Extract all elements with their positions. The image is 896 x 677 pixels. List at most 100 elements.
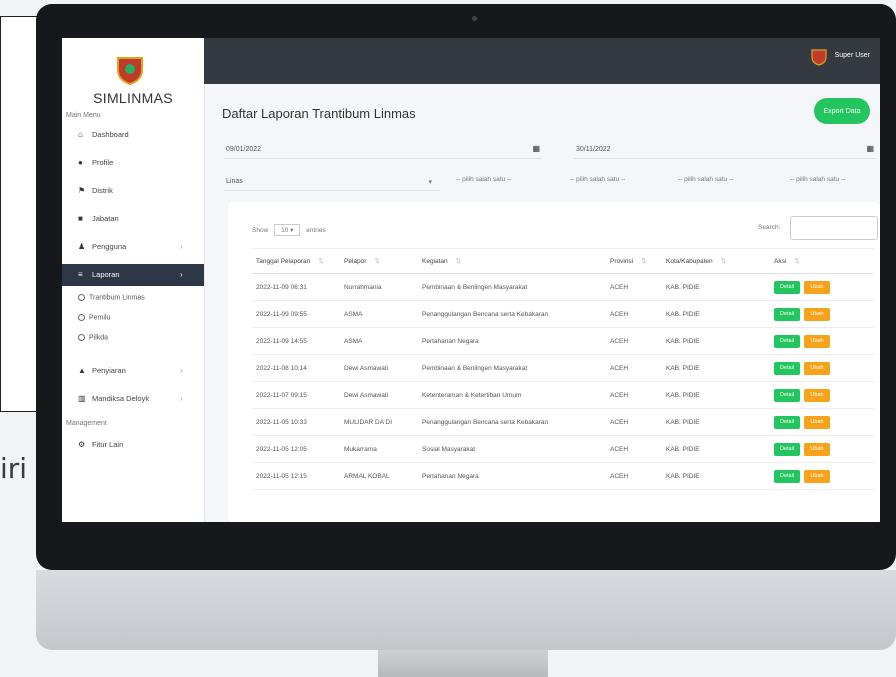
cell-activity: Pertahanan Negara [418,462,606,490]
ubah-button[interactable]: Ubah [804,334,830,348]
column-header[interactable]: Kota/Kabupaten ⇅ [662,248,770,274]
gear-icon: ⚙ [78,440,86,449]
menu-caption: Main Menu [66,112,101,119]
sidebar-item-laporan[interactable]: ≡ Laporan › [62,264,204,286]
detail-button[interactable]: Detail [774,307,800,321]
detail-button[interactable]: Detail [774,415,800,429]
ubah-button[interactable]: Ubah [804,307,830,321]
cell-reporter: ASMA [340,300,418,328]
filter-select-2[interactable]: -- pilih salah satu -- [456,176,511,192]
date-to-field[interactable]: 30/11/2022 ▦ [574,142,876,159]
avatar[interactable] [810,48,828,66]
export-data-button[interactable]: Export Data [814,98,870,124]
sort-icon: ⇅ [641,258,647,265]
filter-select-5[interactable]: -- pilih salah satu -- [790,176,845,192]
cell-date: 2022-11-05 12:15 [252,462,340,490]
cell-reporter: ARMAL KOBAL [340,462,418,490]
background-text: iri [0,452,28,485]
column-header-label: Provinsi [610,258,634,265]
cell-province: ACEH [606,462,662,490]
ubah-button[interactable]: Ubah [804,469,830,483]
filter-select-4[interactable]: -- pilih salah satu -- [678,176,733,192]
monitor-bezel: SIMLINMAS Main Menu ⌂ Dashboard ● Profil… [36,4,896,570]
circle-icon [78,334,85,341]
sidebar-item-fitur-lain[interactable]: ⚙ Fitur Lain [62,434,204,456]
sidebar-subitem-label: Pemilu [89,314,111,322]
sidebar-subitem-trantibum[interactable]: Trantibum Linmas [78,294,145,301]
sidebar-item-label: Profile [92,158,114,167]
ubah-button[interactable]: Ubah [804,388,830,402]
detail-button[interactable]: Detail [774,442,800,456]
column-header[interactable]: Provinsi ⇅ [606,248,662,274]
brand-name: SIMLINMAS [93,90,173,106]
ubah-button[interactable]: Ubah [804,415,830,429]
search-label: Search: [758,224,781,231]
sidebar-item-label: Fitur Lain [92,440,124,449]
table-row: 2022-11-09 09:55 ASMA Penanggulangan Ben… [252,300,874,328]
cell-date: 2022-11-05 12:05 [252,435,340,463]
ubah-button[interactable]: Ubah [804,361,830,375]
cell-city: KAB. PIDIE [662,381,770,409]
ubah-button[interactable]: Ubah [804,442,830,456]
date-from-field[interactable]: 09/01/2022 ▦ [224,142,542,159]
sidebar-item-dashboard[interactable]: ⌂ Dashboard [62,124,204,146]
sidebar-subitem-pemilu[interactable]: Pemilu [78,314,110,321]
cell-date: 2022-11-08 10:14 [252,354,340,382]
cell-activity: Penanggulangan Bencana serta Kebakaran [418,408,606,436]
detail-button[interactable]: Detail [774,469,800,483]
sort-icon: ⇅ [318,258,324,265]
table-row: 2022-11-08 10:14 Dewi Asmawati Pembinaan… [252,354,874,382]
sidebar-item-label: Dashboard [92,130,129,139]
sidebar-subitem-pilkda[interactable]: Pilkda [78,334,108,341]
cell-reporter: MULIDAR DA DI [340,408,418,436]
sidebar-item-label: Jabatan [92,214,119,223]
cell-actions: Detail Ubah [770,435,874,463]
cell-date: 2022-11-05 10:33 [252,408,340,436]
ubah-button[interactable]: Ubah [804,280,830,294]
date-from-value: 09/01/2022 [226,146,262,153]
cell-reporter: Dewi Asmawati [340,381,418,409]
monitor-chin [36,570,896,650]
circle-icon [78,294,85,301]
page-title: Daftar Laporan Trantibum Linmas [222,106,416,121]
cell-activity: Pertahanan Negara [418,327,606,355]
sidebar-item-profile[interactable]: ● Profile [62,152,204,174]
cell-date: 2022-11-09 06:31 [252,273,340,301]
calendar-icon[interactable]: ▦ [532,144,540,153]
date-to-value: 30/11/2022 [576,146,611,153]
chevron-right-icon: › [180,242,183,251]
detail-button[interactable]: Detail [774,334,800,348]
cell-activity: Pembinaan & Benlingen Masyarakat [418,273,606,301]
column-header[interactable]: Tanggal Pelaporan ⇅ [252,248,340,274]
sidebar-item-pengguna[interactable]: ♟ Pengguna › [62,236,204,258]
cell-actions: Detail Ubah [770,273,874,301]
chevron-down-icon: ▾ [428,179,432,186]
report-icon: ≡ [78,270,83,279]
table-header-row: Tanggal Pelaporan ⇅ Pelapor ⇅ Kegiatan ⇅ Pr… [252,248,874,274]
cell-reporter: Dewi Asmawati [340,354,418,382]
filter-select-3[interactable]: -- pilih salah satu -- [570,176,625,192]
table-row: 2022-11-05 12:15 ARMAL KOBAL Pertahanan … [252,462,874,490]
sidebar-item-penyiaran[interactable]: ▲ Penyiaran › [62,360,204,382]
detail-button[interactable]: Detail [774,280,800,294]
sidebar-item-mandiksa[interactable]: ▥ Mandiksa Deloyk › [62,388,204,410]
column-header-label: Kegiatan [422,258,448,265]
column-header[interactable]: Aksi ⇅ [770,248,874,274]
column-header[interactable]: Pelapor ⇅ [340,248,418,274]
filter-select-1[interactable]: Linas ▾ [224,174,440,191]
entries-select[interactable]: 10 ▾ [274,224,301,236]
calendar-icon[interactable]: ▦ [866,144,874,153]
column-header-label: Pelapor [344,258,367,265]
cell-province: ACEH [606,273,662,301]
sidebar-item-jabatan[interactable]: ■ Jabatan [62,208,204,230]
user-name[interactable]: Super User [835,52,870,59]
column-header[interactable]: Kegiatan ⇅ [418,248,606,274]
cell-reporter: ASMA [340,327,418,355]
user-icon: ● [78,158,83,167]
search-input[interactable] [790,216,878,240]
detail-button[interactable]: Detail [774,388,800,402]
sidebar-item-distrik[interactable]: ⚑ Distrik [62,180,204,202]
detail-button[interactable]: Detail [774,361,800,375]
cell-city: KAB. PIDIE [662,300,770,328]
column-header-label: Tanggal Pelaporan [256,258,311,265]
